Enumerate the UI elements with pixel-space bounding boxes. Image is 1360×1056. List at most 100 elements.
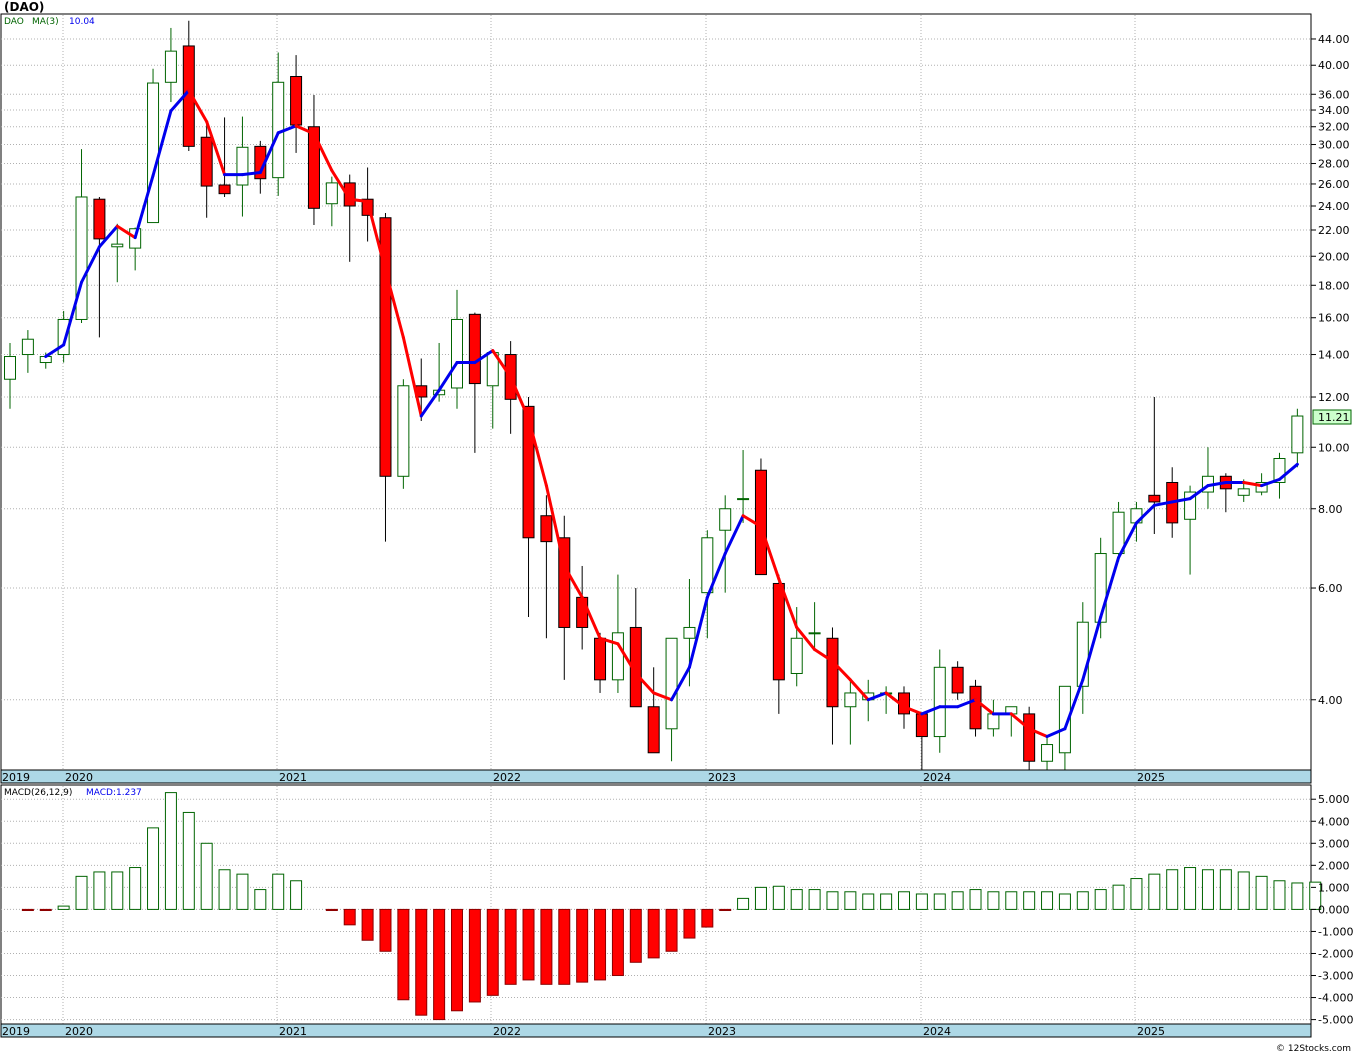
macd-bar: [647, 908, 660, 959]
candle-body: [111, 243, 124, 248]
last-price-tag: 11.21: [1312, 409, 1352, 425]
macd-bar: [468, 908, 481, 1003]
macd-tick-label: -4.000: [1318, 992, 1353, 1005]
macd-bar: [1041, 891, 1054, 910]
candle-body: [683, 626, 696, 639]
macd-bar: [1112, 884, 1125, 910]
candle-body: [987, 713, 1000, 730]
macd-bar: [254, 889, 267, 910]
price-tick-label: 6.00: [1318, 582, 1343, 595]
candle-body: [951, 666, 964, 694]
macd-bar: [379, 908, 392, 952]
macd-bar: [576, 908, 589, 983]
macd-bar: [772, 885, 785, 910]
macd-bar: [218, 869, 231, 910]
candle-body: [826, 637, 839, 708]
price-x-label: 2024: [923, 771, 951, 784]
macd-bar: [880, 893, 893, 910]
macd-bar: [57, 905, 70, 910]
macd-x-label: 2024: [923, 1025, 951, 1038]
candle-body: [451, 318, 463, 389]
candle-body: [754, 469, 767, 576]
macd-bar: [1094, 889, 1107, 910]
price-tick-label: 32.00: [1318, 121, 1350, 134]
macd-bar: [200, 842, 213, 910]
macd-bar: [1237, 871, 1250, 910]
price-tick-label: 20.00: [1318, 250, 1350, 263]
candle-body: [665, 637, 678, 730]
candle-body: [576, 596, 589, 628]
macd-bar: [683, 908, 696, 939]
candle-body: [594, 637, 607, 681]
macd-bar: [719, 908, 732, 912]
macd-bar: [1023, 891, 1036, 910]
macd-bar: [611, 908, 624, 977]
candle-body: [468, 313, 481, 385]
macd-bar: [558, 908, 571, 985]
macd-tick-label: 5.000: [1318, 793, 1350, 806]
macd-bar: [1148, 873, 1161, 910]
macd-bar: [272, 873, 285, 910]
macd-bar: [933, 893, 946, 910]
legend-ticker: DAO: [4, 17, 24, 27]
price-tick-label: 44.00: [1318, 33, 1350, 46]
price-tick-label: 26.00: [1318, 178, 1350, 191]
candle-body: [915, 713, 928, 738]
macd-x-label: 2023: [708, 1025, 736, 1038]
macd-bar: [701, 908, 714, 928]
macd-bar: [1130, 878, 1143, 910]
candle-body: [540, 515, 553, 543]
ma-segment: [240, 171, 262, 177]
price-tick-label: 30.00: [1318, 139, 1350, 152]
price-panel: 4.00 6.00 8.00 10.00 12.00 14.00 16.00 18.00 20.…: [0, 13, 1352, 784]
macd-bar: [915, 893, 928, 910]
macd-x-label: 2022: [493, 1025, 521, 1038]
macd-bar: [665, 908, 678, 952]
candle-body: [1291, 415, 1304, 454]
macd-bar: [1273, 880, 1286, 910]
macd-tick-label: 1.000: [1318, 881, 1350, 894]
candle-body: [57, 318, 70, 356]
macd-bar: [164, 792, 177, 910]
macd-tick-label: -2.000: [1318, 947, 1353, 960]
candle-body: [611, 632, 624, 681]
macd-bar: [844, 891, 857, 910]
macd-bar: [898, 891, 910, 910]
macd-bar: [1291, 882, 1304, 910]
chart-canvas: (DAO) 4.00 6.00 8.00 10.00 12.00 14.00 16.00 18…: [0, 0, 1353, 1054]
candle: [397, 379, 410, 489]
macd-tick-label: -3.000: [1318, 970, 1353, 983]
candle-body: [200, 136, 213, 187]
price-x-label: 2019: [2, 771, 30, 784]
macd-bar: [1076, 891, 1089, 910]
macd-tick-label: -1.000: [1318, 925, 1353, 938]
macd-tick-label: 0.000: [1318, 903, 1350, 916]
price-x-label: 2021: [279, 771, 307, 784]
macd-bar: [343, 908, 356, 926]
macd-bar: [987, 891, 1000, 910]
price-x-label: 2025: [1137, 771, 1165, 784]
candle-body: [1237, 488, 1250, 496]
copyright-footer: © 12Stocks.com: [1276, 1044, 1351, 1054]
macd-bar: [737, 897, 750, 910]
macd-x-label: 2021: [279, 1025, 307, 1038]
price-tick-label: 28.00: [1318, 158, 1350, 171]
macd-bar: [397, 908, 410, 1001]
macd-bar: [129, 867, 142, 910]
macd-bar: [39, 908, 52, 912]
candle-body: [969, 685, 982, 730]
price-tick-label: 18.00: [1318, 279, 1350, 292]
macd-bar: [290, 880, 303, 910]
price-tick-label: 14.00: [1318, 349, 1350, 362]
macd-bar: [594, 908, 607, 981]
candle-body: [1041, 744, 1054, 762]
candle-body: [737, 498, 750, 501]
macd-bar: [1255, 875, 1268, 910]
candle: [147, 68, 160, 224]
macd-bar: [182, 811, 195, 910]
price-tick-label: 12.00: [1318, 391, 1350, 404]
price-tick-label: 22.00: [1318, 224, 1350, 237]
candle: [969, 679, 982, 737]
price-tick-label: 10.00: [1318, 441, 1350, 454]
price-y-axis: 4.00 6.00 8.00 10.00 12.00 14.00 16.00 18.00 20.…: [1311, 33, 1350, 707]
